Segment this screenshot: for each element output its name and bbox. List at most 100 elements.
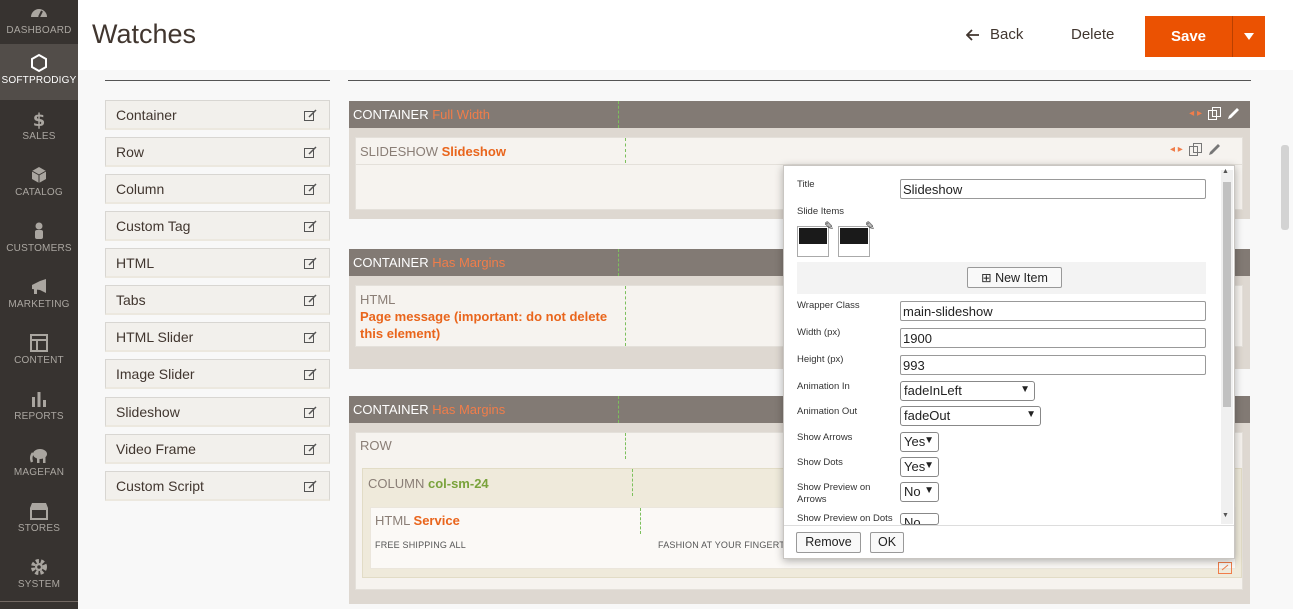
duplicate-icon[interactable]	[1208, 107, 1221, 120]
width-input[interactable]: 1900	[900, 328, 1206, 348]
arrow-left-icon	[966, 28, 979, 41]
chevron-down-icon: ▼	[1020, 384, 1030, 395]
element-html-slider[interactable]: HTML Slider	[105, 322, 330, 352]
nav-reports[interactable]: REPORTS	[0, 380, 78, 436]
element-image-slider[interactable]: Image Slider	[105, 359, 330, 389]
slide-item-thumbnail[interactable]: ✎	[797, 219, 834, 257]
caret-down-icon	[1244, 33, 1254, 40]
element-video-frame[interactable]: Video Frame	[105, 434, 330, 464]
column-guide	[618, 396, 619, 423]
page-title: Watches	[92, 19, 197, 49]
show-preview-arrows-select[interactable]: No ▼	[900, 482, 939, 502]
save-button[interactable]: Save	[1145, 16, 1232, 57]
pencil-icon[interactable]	[1208, 143, 1221, 156]
element-slideshow[interactable]: Slideshow	[105, 397, 330, 427]
nav-system[interactable]: SYSTEM	[0, 548, 78, 604]
slide-items-label: Slide Items	[797, 206, 844, 217]
element-html[interactable]: HTML	[105, 248, 330, 278]
duplicate-icon[interactable]	[1188, 143, 1202, 156]
nav-dashboard[interactable]: DASHBOARD	[0, 0, 78, 50]
nav-marketing[interactable]: MARKETING	[0, 268, 78, 324]
elephant-icon	[29, 449, 47, 463]
pencil-icon[interactable]: ✎	[824, 219, 834, 233]
save-options-button[interactable]	[1232, 16, 1265, 57]
megaphone-icon	[32, 279, 46, 294]
column-guide	[618, 249, 619, 276]
container-bar[interactable]: CONTAINER Full Width ◂ ▸	[349, 101, 1250, 128]
nav-magefan[interactable]: MAGEFAN	[0, 436, 78, 492]
remove-button[interactable]: Remove	[796, 532, 861, 553]
ok-button[interactable]: OK	[870, 532, 904, 553]
svg-text:$: $	[33, 110, 46, 129]
show-dots-select[interactable]: Yes ▼	[900, 457, 939, 477]
column-block-title: COLUMN col-sm-24	[368, 476, 489, 491]
page-header: Watches Back Delete Save	[78, 0, 1293, 70]
dollar-icon: $	[33, 110, 46, 129]
dialog-footer-divider	[784, 525, 1234, 526]
sidebar-divider	[0, 601, 78, 602]
nav-catalog[interactable]: CATALOG	[0, 156, 78, 212]
slide-item-thumbnail[interactable]: ✎	[838, 219, 875, 257]
page-scrollbar[interactable]	[1281, 145, 1289, 230]
container-tools: ◂ ▸	[1189, 107, 1240, 120]
element-row[interactable]: Row	[105, 137, 330, 167]
title-input[interactable]: Slideshow	[900, 179, 1206, 199]
nav-stores[interactable]: STORES	[0, 492, 78, 548]
edit-icon	[304, 109, 317, 121]
animation-in-select[interactable]: fadeInLeft ▼	[900, 381, 1035, 401]
admin-sidebar: DASHBOARD SOFTPRODIGY $ SALES CATALOG CU…	[0, 0, 78, 609]
dashboard-icon	[31, 9, 47, 18]
nav-softprodigy[interactable]: SOFTPRODIGY	[0, 44, 78, 100]
pencil-icon[interactable]: ✎	[865, 219, 875, 233]
back-button[interactable]: Back	[966, 26, 1023, 43]
element-custom-script[interactable]: Custom Script	[105, 471, 330, 501]
person-icon	[35, 222, 43, 239]
layout-icon	[30, 334, 48, 352]
element-column[interactable]: Column	[105, 174, 330, 204]
nav-customers[interactable]: CUSTOMERS	[0, 212, 78, 268]
element-container[interactable]: Container	[105, 100, 330, 130]
move-arrows-icon[interactable]: ◂ ▸	[1170, 144, 1183, 155]
edit-icon	[304, 443, 317, 455]
slideshow-title: SLIDESHOW Slideshow	[360, 144, 506, 159]
animation-out-label: Animation Out	[797, 406, 858, 417]
edit-icon	[304, 331, 317, 343]
edit-icon	[304, 183, 317, 195]
chevron-down-icon: ▼	[924, 485, 934, 496]
edit-icon	[304, 146, 317, 158]
column-guide	[632, 469, 633, 496]
height-input[interactable]: 993	[900, 355, 1206, 375]
element-tabs[interactable]: Tabs	[105, 285, 330, 315]
chevron-down-icon: ▼	[1026, 409, 1036, 420]
column-guide	[625, 138, 626, 163]
animation-out-select[interactable]: fadeOut ▼	[900, 406, 1041, 426]
nav-sales[interactable]: $ SALES	[0, 100, 78, 156]
elements-divider	[105, 80, 330, 81]
scroll-up-icon[interactable]: ▲	[1222, 168, 1229, 175]
row-block-title: ROW	[360, 438, 392, 453]
plus-box-icon: ⊞	[981, 271, 992, 285]
store-icon	[30, 503, 48, 520]
wrapper-class-input[interactable]: main-slideshow	[900, 301, 1206, 321]
move-arrows-icon[interactable]: ◂ ▸	[1189, 108, 1202, 119]
column-guide	[625, 433, 626, 459]
title-label: Title	[797, 179, 815, 190]
bar-chart-icon	[32, 392, 46, 407]
element-custom-tag[interactable]: Custom Tag	[105, 211, 330, 241]
delete-button[interactable]: Delete	[1071, 26, 1114, 43]
edit-icon	[304, 257, 317, 269]
column-guide	[640, 508, 641, 534]
show-arrows-select[interactable]: Yes ▼	[900, 432, 939, 452]
hexagon-icon	[31, 53, 47, 73]
edit-icon	[304, 220, 317, 232]
scroll-down-icon[interactable]: ▼	[1222, 512, 1229, 519]
pencil-icon[interactable]	[1227, 107, 1240, 120]
slideshow-settings-dialog: ▲ ▼ Title Slideshow Slide Items ✎ ✎ ⊞ Ne…	[783, 165, 1235, 559]
animation-in-label: Animation In	[797, 381, 850, 392]
new-item-button[interactable]: ⊞ New Item	[967, 267, 1062, 288]
show-preview-dots-select[interactable]: No	[900, 513, 939, 525]
column-guide	[625, 286, 626, 346]
resize-icon[interactable]	[1218, 562, 1232, 574]
dialog-scrollbar-thumb[interactable]	[1223, 182, 1231, 407]
nav-content[interactable]: CONTENT	[0, 324, 78, 380]
